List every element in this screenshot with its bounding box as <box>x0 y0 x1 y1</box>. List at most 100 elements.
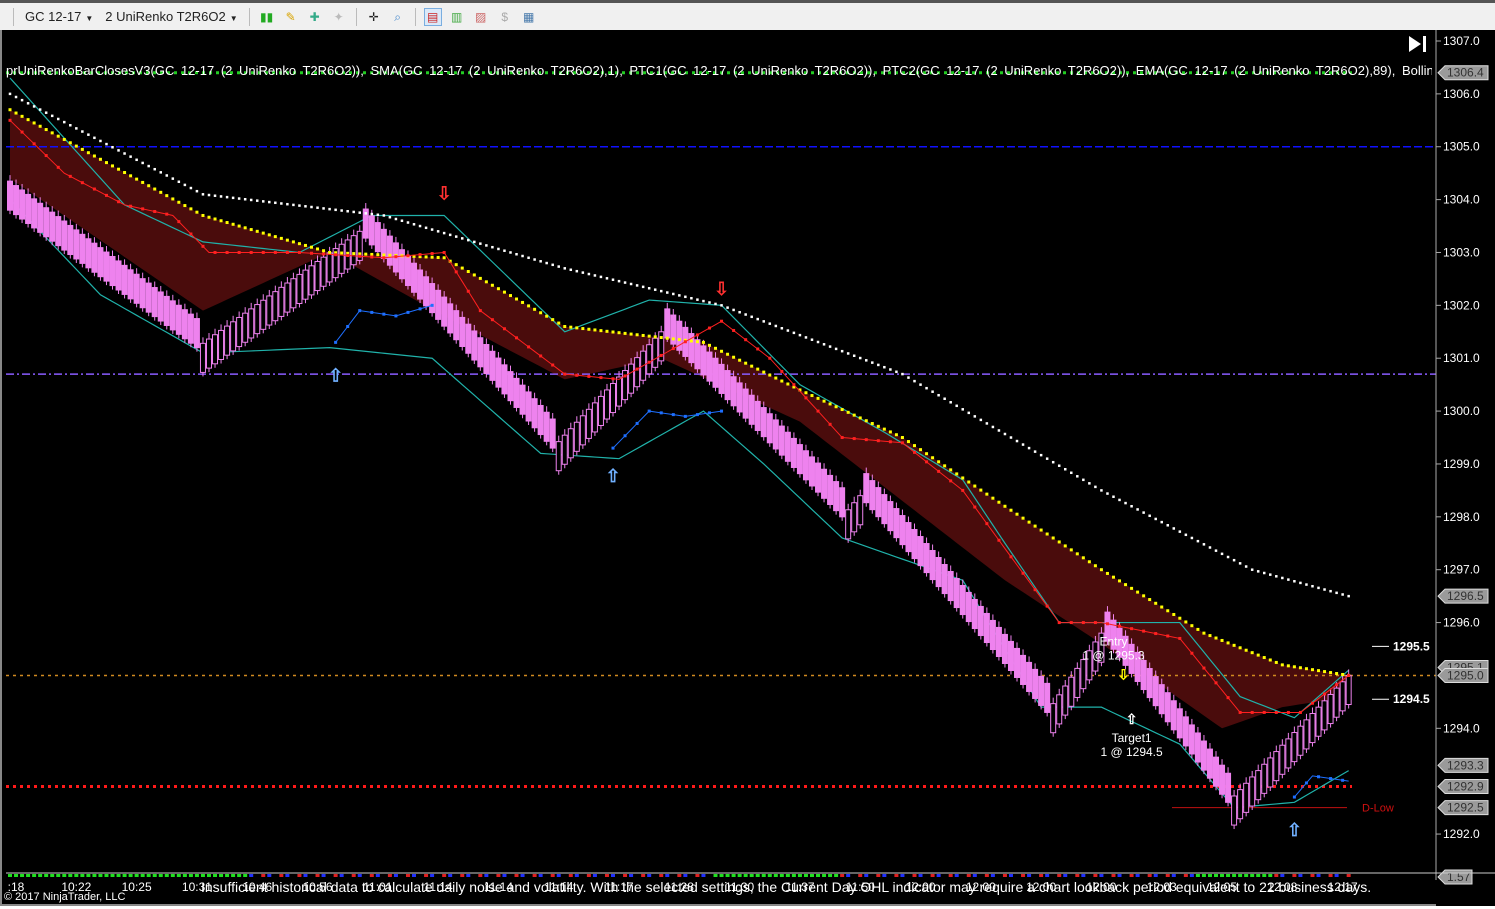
up-bar <box>603 389 610 420</box>
down-bar <box>531 398 538 429</box>
instrument-selector[interactable]: GC 12-17 ▼ <box>25 9 93 24</box>
ema-89-dot <box>26 102 30 105</box>
pencil-icon[interactable]: ✎ <box>283 9 299 25</box>
chart-panel[interactable]: D-Low ⇩ ⇩ ⇧ ⇧ ⇧ ⇩ Entry 1 @ 1295.3 ⇧ Target1 1 @ 12… <box>0 30 1495 906</box>
upper-dot <box>1286 664 1290 668</box>
bar-marker <box>1081 874 1086 877</box>
ema-89-dot <box>1142 511 1145 514</box>
bar-marker <box>767 874 772 877</box>
ema-89-dot <box>521 254 524 258</box>
sma-dot <box>551 363 555 367</box>
sma-dot <box>273 250 277 254</box>
crosshair-icon[interactable]: ✛ <box>366 9 382 25</box>
up-bar <box>1321 700 1328 731</box>
ema-89-dot <box>1148 514 1151 518</box>
bar-marker <box>1105 874 1110 877</box>
bar-marker <box>146 874 151 877</box>
price-chart[interactable]: D-Low ⇩ ⇩ ⇧ ⇧ ⇧ ⇩ Entry1 @ 1295.3 ⇧ Target11 @ 12… <box>2 30 1495 906</box>
upper-dot <box>32 121 36 125</box>
ema-89-dot <box>840 349 844 353</box>
ema-89-dot <box>647 287 651 290</box>
upper-dot <box>876 424 880 428</box>
down-bar <box>368 215 375 246</box>
ema-89-dot <box>587 272 591 276</box>
chart-trader-icon[interactable]: ▤ <box>423 7 442 26</box>
bar-marker <box>176 874 181 877</box>
upper-dot <box>888 430 892 434</box>
properties-icon[interactable]: ▦ <box>521 9 537 25</box>
bar-marker <box>1141 874 1146 877</box>
ema-89-dot <box>611 278 615 281</box>
down-bar <box>718 363 725 394</box>
bar-type-selector[interactable]: 2 UniRenko T2R6O2 ▼ <box>105 9 237 24</box>
up-bar <box>254 304 261 335</box>
ema-89-dot <box>1154 517 1157 521</box>
ema-89-dot <box>979 418 983 422</box>
down-bar <box>1213 756 1219 787</box>
sizing-icon[interactable]: $ <box>497 9 513 25</box>
sma-dot <box>888 440 892 444</box>
upper-dot <box>804 391 808 395</box>
sma-dot <box>695 333 699 337</box>
ema-89-dot <box>1335 591 1338 595</box>
up-bar <box>1291 732 1298 763</box>
data-box-icon[interactable]: ▥ <box>449 9 465 25</box>
upper-dot <box>991 496 995 500</box>
strategy-icon[interactable]: ✦ <box>331 9 347 25</box>
bar-marker <box>635 874 640 877</box>
bar-marker <box>1322 874 1327 877</box>
ema-89-dot <box>641 285 645 289</box>
sma-dot <box>1226 696 1230 700</box>
down-bar <box>91 242 98 273</box>
ema-89-dot <box>780 327 784 330</box>
upper-dot <box>894 433 898 437</box>
down-bar <box>917 536 924 567</box>
upper-dot <box>732 355 736 359</box>
down-bar <box>1188 724 1195 755</box>
ema-89-dot <box>653 288 657 291</box>
up-bar <box>1243 782 1250 813</box>
ema-89-dot <box>943 397 946 401</box>
upper-dot <box>141 180 145 184</box>
ema-89-dot <box>1184 533 1188 537</box>
strategies-icon[interactable]: ▨ <box>473 9 489 25</box>
upper-dot <box>1118 579 1122 583</box>
upper-dot <box>900 436 904 440</box>
sma-dot <box>490 318 494 322</box>
down-bar <box>404 255 411 287</box>
sma-dot <box>744 338 748 342</box>
down-bar <box>79 233 86 264</box>
bar-marker <box>785 874 790 877</box>
ema-89-dot <box>750 315 753 319</box>
ema-89-dot <box>44 111 48 114</box>
zoom-icon[interactable]: ⌕ <box>390 9 406 25</box>
sma-dot <box>261 250 265 254</box>
y-tick-label: 1300.0 <box>1443 404 1480 418</box>
add-indicator-icon[interactable]: ✚ <box>307 9 323 25</box>
ema-89-dot <box>316 206 319 209</box>
bar-marker <box>351 874 356 877</box>
ema-89-dot <box>1281 576 1284 580</box>
sma-dot <box>1045 604 1049 608</box>
bar-marker <box>520 874 525 877</box>
sma-dot <box>1286 710 1290 714</box>
ema-89-dot <box>539 260 542 263</box>
bar-marker <box>568 874 573 877</box>
up-bar <box>1056 694 1063 725</box>
up-bar <box>646 344 653 375</box>
upper-dot <box>243 226 247 230</box>
bar-marker <box>1334 874 1339 877</box>
bar-style-icon[interactable]: ▮▮ <box>259 9 275 25</box>
ema-89-dot <box>352 210 355 214</box>
entry-label: Entry <box>1099 635 1127 649</box>
scroll-to-end-icon[interactable] <box>1409 36 1421 52</box>
sma-dot <box>56 165 60 169</box>
ema-89-dot <box>877 363 880 367</box>
upper-dot <box>1196 627 1200 631</box>
bar-marker <box>261 874 266 877</box>
arrow-down-icon: ⇩ <box>437 184 452 204</box>
up-bar <box>1267 757 1274 788</box>
upper-dot <box>1154 601 1158 605</box>
ema-89-dot <box>424 226 428 230</box>
up-bar <box>1285 738 1292 769</box>
